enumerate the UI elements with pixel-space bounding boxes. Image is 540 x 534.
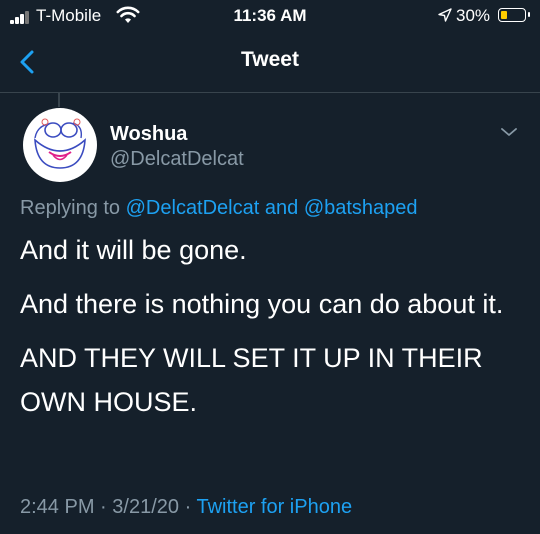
battery-icon: [498, 8, 530, 22]
tweet-paragraph: AND THEY WILL SET IT UP IN THEIR OWN HOU…: [20, 343, 483, 417]
separator: ·: [184, 496, 192, 518]
avatar-drawing-icon: [34, 118, 86, 169]
author-name[interactable]: Woshua: [110, 123, 187, 146]
tweet-metadata: 2:44 PM · 3/21/20 · Twitter for iPhone: [20, 496, 352, 519]
mention-link[interactable]: @batshaped: [304, 197, 418, 219]
navigation-bar: Tweet: [0, 34, 540, 93]
replying-to: Replying to @DelcatDelcat and @batshaped: [20, 197, 418, 220]
tweet-text: And it will be gone. And there is nothin…: [20, 228, 525, 434]
tweet-paragraph: And there is nothing you can do about it…: [20, 289, 504, 319]
battery-percent: 30%: [456, 6, 491, 25]
separator: ·: [100, 496, 107, 518]
tweet-time: 2:44 PM: [20, 496, 95, 518]
battery-level: [501, 11, 507, 19]
replying-and[interactable]: and: [265, 197, 298, 219]
avatar[interactable]: [23, 108, 97, 182]
author-handle[interactable]: @DelcatDelcat: [110, 148, 244, 171]
chevron-down-icon[interactable]: [498, 124, 520, 140]
replying-prefix: Replying to: [20, 197, 121, 219]
tweet-date: 3/21/20: [112, 496, 180, 518]
page-title: Tweet: [241, 48, 299, 71]
mention-link[interactable]: @DelcatDelcat: [126, 197, 260, 219]
tweet-paragraph: And it will be gone.: [20, 235, 247, 265]
status-bar: T-Mobile 11:36 AM 30%: [0, 0, 540, 34]
thread-connector: [58, 93, 60, 107]
tweet-source-link[interactable]: Twitter for iPhone: [196, 496, 352, 518]
location-arrow-icon: [438, 8, 452, 22]
